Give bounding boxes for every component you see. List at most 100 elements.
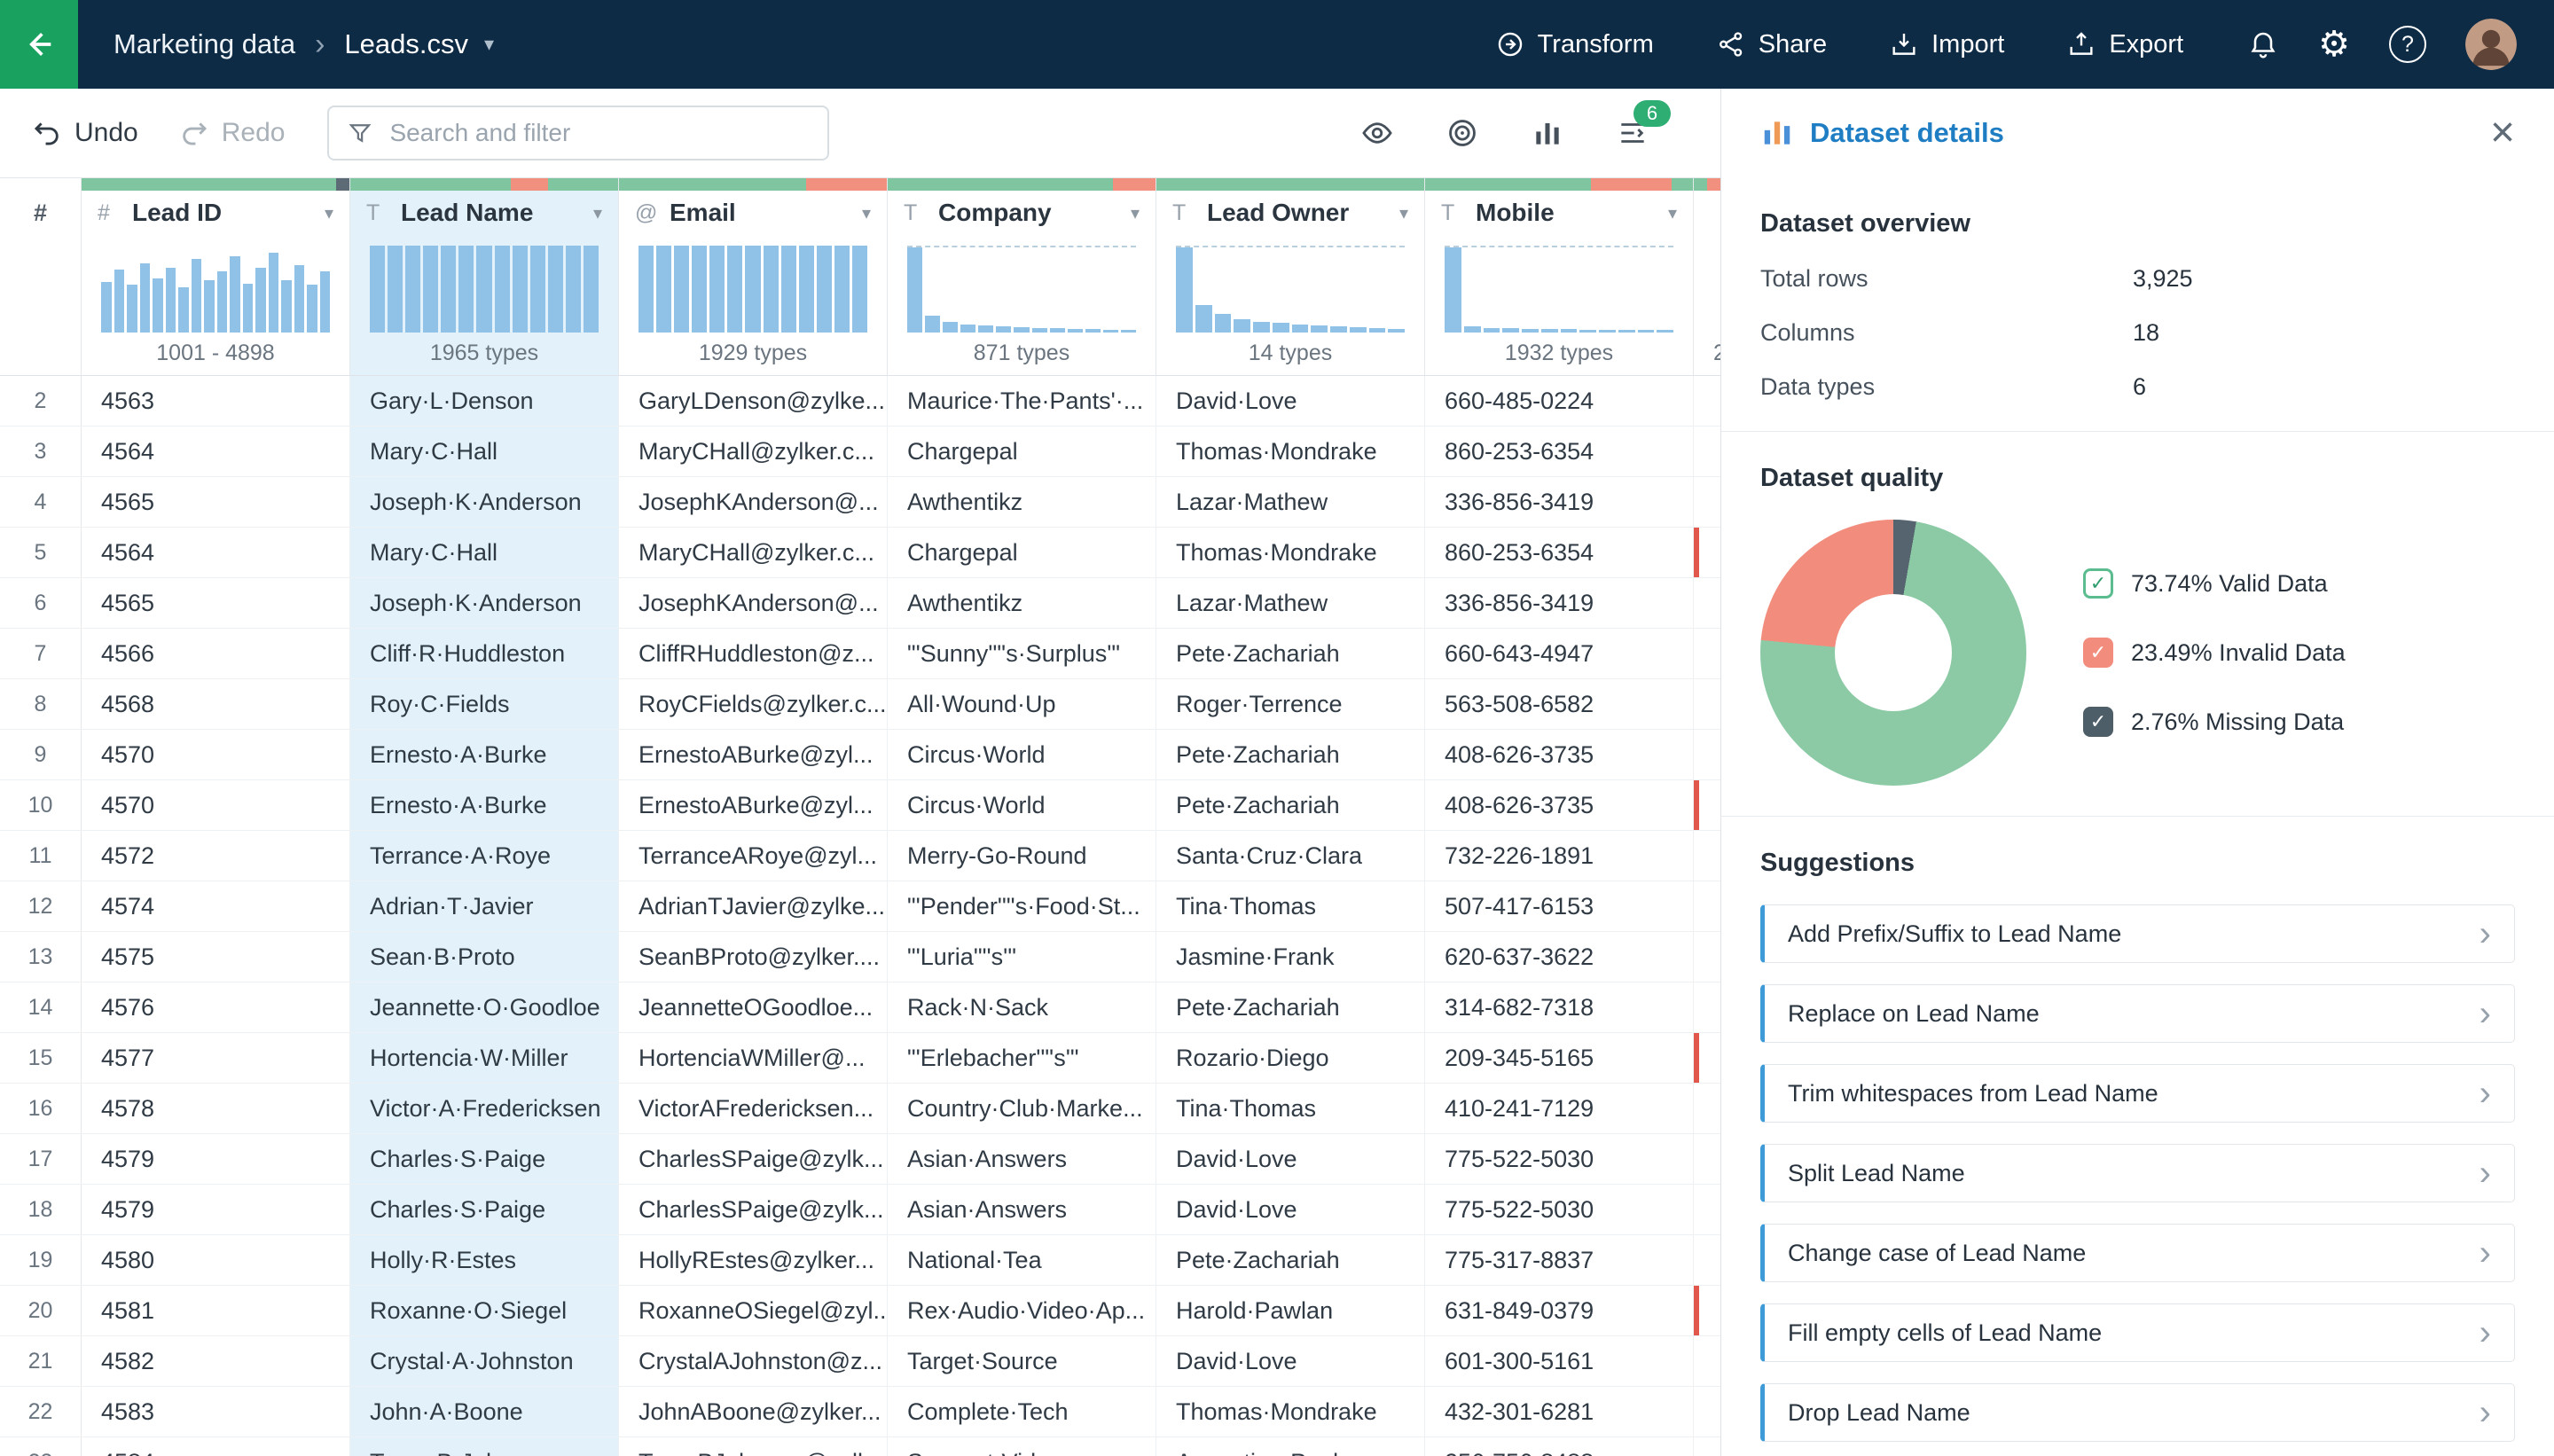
cell[interactable]: 4579 (82, 1185, 350, 1234)
cell[interactable]: "'Sunny'"'s·Surplus'" (888, 629, 1156, 678)
column-name-row[interactable] (1694, 191, 1720, 235)
cell[interactable] (1694, 629, 1720, 678)
cell[interactable]: Pete·Zachariah (1156, 982, 1425, 1032)
cell[interactable]: Pete·Zachariah (1156, 1235, 1425, 1285)
cell[interactable]: Thomas·Mondrake (1156, 427, 1425, 476)
cell[interactable]: 732-226-1891 (1425, 831, 1694, 881)
cell[interactable]: Awthentikz (888, 477, 1156, 527)
cell[interactable]: Thomas·Mondrake (1156, 1387, 1425, 1436)
cell[interactable]: 4584 (82, 1437, 350, 1456)
row-number[interactable]: 7 (0, 629, 82, 678)
row-number[interactable]: 14 (0, 982, 82, 1032)
cell[interactable]: "'Erlebacher'"'s'" (888, 1033, 1156, 1083)
cell[interactable] (1694, 1134, 1720, 1184)
cell[interactable] (1694, 1286, 1720, 1335)
cell[interactable]: Joseph·K·Anderson (350, 578, 619, 628)
cell[interactable]: Chargepal (888, 427, 1156, 476)
cell[interactable]: 4574 (82, 881, 350, 931)
cell[interactable]: TerranceARoye@zyl... (619, 831, 888, 881)
column-name-row[interactable]: T Lead Owner ▾ (1156, 191, 1424, 235)
cell[interactable]: 4577 (82, 1033, 350, 1083)
cell[interactable]: 775-522-5030 (1425, 1134, 1694, 1184)
column-name-row[interactable]: @ Email ▾ (619, 191, 887, 235)
cell[interactable]: 4566 (82, 629, 350, 678)
suggestion-item[interactable]: Trim whitespaces from Lead Name › (1760, 1064, 2515, 1123)
cell[interactable]: 4582 (82, 1336, 350, 1386)
column-menu-caret-icon[interactable]: ▾ (593, 202, 602, 224)
cell[interactable] (1694, 1336, 1720, 1386)
back-button[interactable] (0, 0, 78, 89)
cell[interactable] (1694, 780, 1720, 830)
column-menu-caret-icon[interactable]: ▾ (1399, 202, 1408, 224)
suggestion-item[interactable]: Split Lead Name › (1760, 1144, 2515, 1202)
cell[interactable] (1694, 982, 1720, 1032)
cell[interactable]: Terrance·A·Roye (350, 831, 619, 881)
target-button[interactable] (1445, 116, 1479, 150)
cell[interactable]: Rack·N·Sack (888, 982, 1156, 1032)
cell[interactable]: CharlesSPaige@zylk... (619, 1134, 888, 1184)
column-name-row[interactable]: # Lead ID ▾ (82, 191, 349, 235)
cell[interactable]: VictorAFredericksen... (619, 1084, 888, 1133)
cell[interactable] (1694, 1033, 1720, 1083)
cell[interactable]: RoyCFields@zylker.c... (619, 679, 888, 729)
row-number[interactable]: 12 (0, 881, 82, 931)
cell[interactable]: National·Tea (888, 1235, 1156, 1285)
cell[interactable]: 4578 (82, 1084, 350, 1133)
cell[interactable]: Crystal·A·Johnston (350, 1336, 619, 1386)
cell[interactable] (1694, 528, 1720, 577)
cell[interactable]: 4564 (82, 528, 350, 577)
cell[interactable]: David·Love (1156, 1336, 1425, 1386)
cell[interactable]: 314-682-7318 (1425, 982, 1694, 1032)
cell[interactable]: 660-643-4947 (1425, 629, 1694, 678)
cell[interactable]: Rex·Audio·Video·Ap... (888, 1286, 1156, 1335)
cell[interactable]: Ernesto·A·Burke (350, 730, 619, 779)
cell[interactable]: Rozario·Diego (1156, 1033, 1425, 1083)
cell[interactable] (1694, 1437, 1720, 1456)
cell[interactable]: 563-508-6582 (1425, 679, 1694, 729)
cell[interactable] (1694, 831, 1720, 881)
cell[interactable]: JohnABoone@zylker... (619, 1387, 888, 1436)
cell[interactable]: Tina·Thomas (1156, 881, 1425, 931)
cell[interactable]: ErnestoABurke@zyl... (619, 730, 888, 779)
transform-button[interactable]: Transform (1490, 28, 1659, 60)
cell[interactable]: Pete·Zachariah (1156, 730, 1425, 779)
suggestion-item[interactable]: Replace on Lead Name › (1760, 984, 2515, 1043)
row-number[interactable]: 2 (0, 376, 82, 426)
cell[interactable] (1694, 477, 1720, 527)
cell[interactable] (1694, 881, 1720, 931)
cell[interactable]: David·Love (1156, 1185, 1425, 1234)
import-button[interactable]: Import (1884, 28, 2010, 60)
column-menu-caret-icon[interactable]: ▾ (1131, 202, 1140, 224)
dataset-menu-caret-icon[interactable]: ▾ (484, 33, 494, 56)
row-number[interactable]: 21 (0, 1336, 82, 1386)
cell[interactable]: 4563 (82, 376, 350, 426)
cell[interactable]: Lazar·Mathew (1156, 477, 1425, 527)
cell[interactable]: 4576 (82, 982, 350, 1032)
export-button[interactable]: Export (2061, 28, 2189, 60)
cell[interactable]: 775-317-8837 (1425, 1235, 1694, 1285)
preview-button[interactable] (1360, 116, 1394, 150)
cell[interactable]: All·Wound·Up (888, 679, 1156, 729)
cell[interactable]: Suspect·Video (888, 1437, 1156, 1456)
cell[interactable]: Holly·R·Estes (350, 1235, 619, 1285)
cell[interactable]: 209-345-5165 (1425, 1033, 1694, 1083)
cell[interactable]: 620-637-3622 (1425, 932, 1694, 982)
cell[interactable]: CharlesSPaige@zylk... (619, 1185, 888, 1234)
cell[interactable]: Gary·L·Denson (350, 376, 619, 426)
cell[interactable]: 408-626-3735 (1425, 730, 1694, 779)
cell[interactable]: GaryLDenson@zylke... (619, 376, 888, 426)
suggestion-item[interactable]: Drop Lead Name › (1760, 1383, 2515, 1442)
cell[interactable]: Mary·C·Hall (350, 427, 619, 476)
cell[interactable]: 4575 (82, 932, 350, 982)
cell[interactable] (1694, 1387, 1720, 1436)
cell[interactable]: TracyBJohnson@zylk... (619, 1437, 888, 1456)
cell[interactable] (1694, 376, 1720, 426)
row-number[interactable]: 6 (0, 578, 82, 628)
cell[interactable]: Harold·Pawlan (1156, 1286, 1425, 1335)
cell[interactable]: Asian·Answers (888, 1185, 1156, 1234)
row-number[interactable]: 4 (0, 477, 82, 527)
cell[interactable]: "'Luria'"'s'" (888, 932, 1156, 982)
row-number[interactable]: 5 (0, 528, 82, 577)
cell[interactable]: 4572 (82, 831, 350, 881)
cell[interactable]: 432-301-6281 (1425, 1387, 1694, 1436)
